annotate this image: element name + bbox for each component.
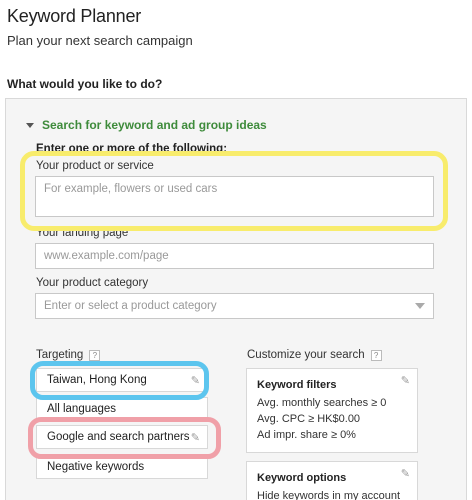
- page-subtitle: Plan your next search campaign: [7, 33, 193, 48]
- search-ideas-disclosure[interactable]: Search for keyword and ad group ideas: [26, 118, 267, 132]
- filter-line: Ad impr. share ≥ 0%: [257, 429, 356, 441]
- customize-heading: Customize your search ?: [247, 349, 382, 361]
- help-icon[interactable]: ?: [89, 349, 101, 361]
- yellow-highlight: [20, 151, 448, 231]
- section-question: What would you like to do?: [7, 77, 163, 91]
- disclosure-triangle-icon: [26, 122, 34, 128]
- blue-highlight: [30, 361, 209, 400]
- dropdown-caret-icon: [415, 303, 425, 309]
- help-icon[interactable]: ?: [370, 349, 382, 361]
- filter-line: Avg. monthly searches ≥ 0: [257, 397, 387, 409]
- landing-page-input[interactable]: www.example.com/page: [35, 243, 434, 269]
- option-line: Hide keywords in my account: [257, 490, 401, 500]
- pencil-icon[interactable]: ✎: [401, 373, 410, 389]
- keyword-filters-box[interactable]: Keyword filters Avg. monthly searches ≥ …: [246, 368, 418, 453]
- targeting-negative-label: Negative keywords: [47, 461, 145, 473]
- category-select[interactable]: Enter or select a product category: [35, 293, 434, 319]
- targeting-label: Targeting: [36, 349, 84, 361]
- customize-label: Customize your search: [247, 349, 365, 361]
- disclosure-label: Search for keyword and ad group ideas: [42, 118, 267, 132]
- landing-page-placeholder: www.example.com/page: [44, 250, 169, 262]
- keyword-options-box[interactable]: Keyword options Hide keywords in my acco…: [246, 461, 418, 500]
- pencil-icon[interactable]: ✎: [401, 466, 410, 482]
- filter-line: Avg. CPC ≥ HK$0.00: [257, 413, 361, 425]
- category-placeholder: Enter or select a product category: [44, 300, 217, 312]
- keyword-options-title: Keyword options: [257, 472, 347, 484]
- keyword-filters-title: Keyword filters: [257, 379, 337, 391]
- targeting-heading: Targeting ?: [36, 349, 101, 361]
- pink-highlight: [28, 417, 221, 459]
- page-title: Keyword Planner: [7, 6, 142, 26]
- category-label: Your product category: [36, 277, 149, 289]
- targeting-language-label: All languages: [47, 403, 117, 415]
